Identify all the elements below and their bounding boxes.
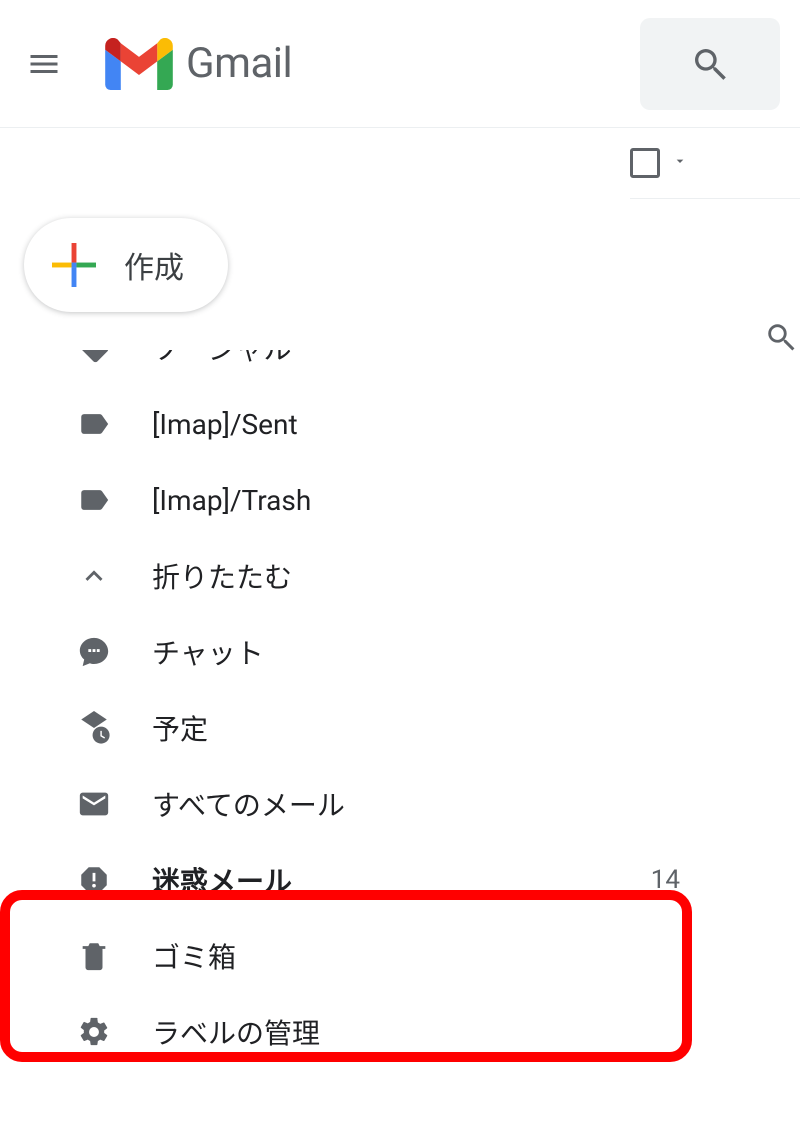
sidebar-item-label: ソーシャル	[152, 350, 760, 368]
gear-icon	[72, 1015, 116, 1049]
search-button[interactable]	[640, 18, 780, 110]
chevron-up-icon	[72, 559, 116, 593]
sidebar-item-settings[interactable]: ラベルの管理	[0, 994, 760, 1070]
sidebar-item-label[interactable]: [Imap]/Trash	[0, 462, 760, 538]
sidebar-item-label: チャット	[152, 632, 760, 672]
sidebar-item-count: 14	[651, 865, 680, 895]
label-icon	[72, 483, 116, 517]
sidebar-item-collapse[interactable]: 折りたたむ	[0, 538, 760, 614]
sidebar-item-label: ゴミ箱	[152, 936, 760, 976]
sidebar-item-trash[interactable]: ゴミ箱	[0, 918, 760, 994]
sidebar-item-social[interactable]: ソーシャル	[0, 350, 760, 386]
sidebar-item-label: すべてのメール	[152, 784, 760, 824]
main-menu-button[interactable]	[20, 40, 68, 88]
gmail-wordmark: Gmail	[186, 39, 292, 88]
select-dropdown[interactable]	[672, 153, 688, 174]
schedule-icon	[72, 711, 116, 745]
gmail-m-icon	[104, 38, 174, 90]
app-header: Gmail	[0, 0, 800, 128]
sidebar-item-mail[interactable]: すべてのメール	[0, 766, 760, 842]
sidebar-item-label: [Imap]/Sent	[152, 408, 760, 441]
chat-icon	[72, 635, 116, 669]
select-all-checkbox[interactable]	[630, 148, 660, 178]
sidebar-item-label: 折りたたむ	[152, 556, 760, 596]
spam-icon	[72, 863, 116, 897]
tag-icon	[72, 350, 116, 365]
sidebar-item-label: 予定	[152, 708, 760, 748]
search-icon	[690, 44, 730, 84]
trash-icon	[72, 939, 116, 973]
compose-button[interactable]: 作成	[24, 218, 228, 312]
mail-icon	[72, 787, 116, 821]
label-icon	[72, 407, 116, 441]
mail-list-toolbar	[630, 128, 800, 199]
sidebar-item-label: 迷惑メール	[152, 860, 651, 900]
sidebar-item-label: [Imap]/Trash	[152, 484, 760, 517]
compose-label: 作成	[124, 243, 184, 287]
hamburger-icon	[26, 46, 62, 82]
compose-plus-icon	[52, 243, 96, 287]
sidebar-item-chat[interactable]: チャット	[0, 614, 760, 690]
sidebar-item-label: ラベルの管理	[152, 1012, 760, 1052]
sidebar-nav: ソーシャル [Imap]/Sent [Imap]/Trash 折りたたむチャット予定…	[0, 350, 760, 1070]
dropdown-icon	[672, 153, 688, 169]
sidebar-item-spam[interactable]: 迷惑メール14	[0, 842, 760, 918]
sidebar-item-label[interactable]: [Imap]/Sent	[0, 386, 760, 462]
sidebar-item-schedule[interactable]: 予定	[0, 690, 760, 766]
search-icon	[764, 320, 798, 354]
search-in-mail-button[interactable]	[764, 320, 798, 358]
gmail-logo[interactable]: Gmail	[104, 38, 292, 90]
